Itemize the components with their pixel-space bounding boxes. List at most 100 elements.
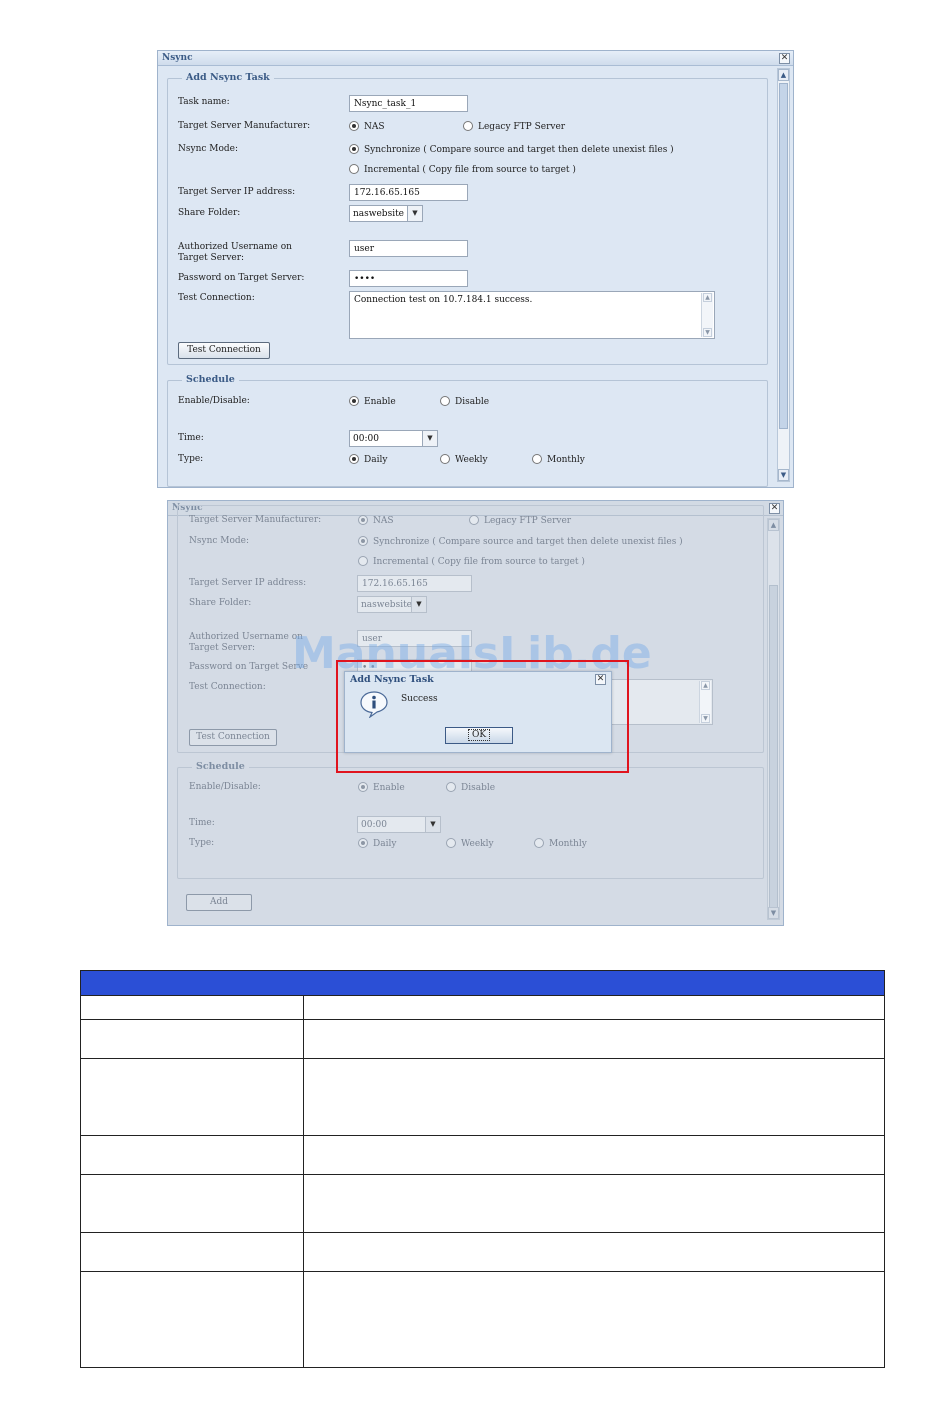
radio-nas[interactable]: NAS (358, 515, 394, 527)
time-label: Time: (189, 818, 215, 828)
window-scrollbar[interactable]: ▲ ▼ (777, 68, 790, 482)
password-input[interactable]: •••• (349, 270, 468, 287)
radio-dot (532, 454, 542, 464)
table-row (80, 1058, 885, 1136)
table-row (80, 1232, 885, 1272)
scroll-up-icon[interactable]: ▲ (703, 293, 712, 302)
radio-weekly[interactable]: Weekly (446, 838, 494, 850)
test-connection-label: Test Connection: (189, 682, 266, 692)
table-cell (303, 1019, 885, 1059)
radio-monthly-label: Monthly (547, 455, 585, 465)
textarea-scrollbar[interactable]: ▲ ▼ (701, 293, 713, 337)
radio-monthly-label: Monthly (549, 839, 587, 849)
radio-dot (534, 838, 544, 848)
test-connection-label: Test Connection: (178, 293, 255, 303)
radio-legacy-ftp[interactable]: Legacy FTP Server (463, 121, 565, 133)
table-cell (303, 995, 885, 1020)
table-cell (80, 1271, 304, 1368)
radio-daily[interactable]: Daily (349, 454, 387, 466)
radio-dot (446, 782, 456, 792)
radio-incremental-label: Incremental ( Copy file from source to t… (373, 557, 585, 567)
table-cell (80, 1174, 304, 1233)
chevron-down-icon[interactable]: ▼ (407, 206, 422, 221)
scroll-down-icon[interactable]: ▼ (701, 714, 710, 723)
window-titlebar: Nsync ✕ (158, 51, 793, 66)
radio-disable[interactable]: Disable (446, 782, 495, 794)
chevron-down-icon[interactable]: ▼ (411, 597, 426, 612)
radio-dot (358, 515, 368, 525)
task-name-input[interactable]: Nsync_task_1 (349, 95, 468, 112)
scroll-down-icon[interactable]: ▼ (768, 907, 779, 919)
radio-enable[interactable]: Enable (349, 396, 396, 408)
add-task-legend: Add Nsync Task (182, 72, 274, 83)
radio-legacy-ftp[interactable]: Legacy FTP Server (469, 515, 571, 527)
username-input[interactable]: user (349, 240, 468, 257)
time-select[interactable]: 00:00 ▼ (349, 430, 438, 447)
radio-nas[interactable]: NAS (349, 121, 385, 133)
table-row (80, 995, 885, 1020)
ip-input[interactable]: 172.16.65.165 (357, 575, 472, 592)
share-folder-label: Share Folder: (178, 208, 241, 218)
radio-disable-label: Disable (455, 397, 490, 407)
ip-input[interactable]: 172.16.65.165 (349, 184, 468, 201)
radio-weekly-label: Weekly (461, 839, 494, 849)
radio-enable[interactable]: Enable (358, 782, 405, 794)
radio-monthly[interactable]: Monthly (534, 838, 587, 850)
radio-disable[interactable]: Disable (440, 396, 489, 408)
radio-dot (446, 838, 456, 848)
radio-weekly[interactable]: Weekly (440, 454, 488, 466)
chevron-down-icon[interactable]: ▼ (425, 817, 440, 832)
time-value: 00:00 (361, 820, 387, 830)
manufacturer-label: Target Server Manufacturer: (178, 121, 311, 131)
share-folder-select[interactable]: naswebsite ▼ (357, 596, 427, 613)
task-name-label: Task name: (178, 97, 230, 107)
radio-weekly-label: Weekly (455, 455, 488, 465)
scroll-up-icon[interactable]: ▲ (768, 519, 779, 531)
enable-label: Enable/Disable: (178, 396, 250, 406)
ip-label: Target Server IP address: (189, 578, 307, 588)
radio-incremental[interactable]: Incremental ( Copy file from source to t… (349, 164, 576, 176)
radio-dot (358, 838, 368, 848)
scroll-up-icon[interactable]: ▲ (778, 69, 789, 81)
scroll-up-icon[interactable]: ▲ (701, 681, 710, 690)
manufacturer-label: Target Server Manufacturer: (189, 515, 322, 525)
test-connection-output[interactable]: Connection test on 10.7.184.1 success. ▲… (349, 291, 715, 339)
radio-nas-label: NAS (364, 122, 385, 132)
share-folder-select[interactable]: naswebsite ▼ (349, 205, 423, 222)
test-connection-result: Connection test on 10.7.184.1 success. (354, 295, 533, 305)
table-header-cell (80, 970, 885, 996)
table-cell (303, 1271, 885, 1368)
scroll-down-icon[interactable]: ▼ (703, 328, 712, 337)
window-scrollbar[interactable]: ▲ ▼ (767, 518, 780, 920)
radio-synchronize[interactable]: Synchronize ( Compare source and target … (358, 536, 683, 548)
scroll-down-icon[interactable]: ▼ (778, 469, 789, 481)
time-select[interactable]: 00:00 ▼ (357, 816, 441, 833)
radio-dot (469, 515, 479, 525)
scrollbar-thumb[interactable] (769, 585, 778, 912)
table-cell (80, 995, 304, 1020)
radio-legacy-ftp-label: Legacy FTP Server (478, 122, 566, 132)
close-icon[interactable]: ✕ (769, 503, 780, 514)
radio-daily[interactable]: Daily (358, 838, 396, 850)
add-button[interactable]: Add (186, 894, 252, 911)
enable-label: Enable/Disable: (189, 782, 261, 792)
radio-monthly[interactable]: Monthly (532, 454, 585, 466)
radio-synchronize-label: Synchronize ( Compare source and target … (364, 145, 674, 155)
chevron-down-icon[interactable]: ▼ (422, 431, 437, 446)
close-icon[interactable]: ✕ (779, 53, 790, 64)
textarea-scrollbar[interactable]: ▲ ▼ (699, 681, 711, 723)
radio-dot (358, 536, 368, 546)
schedule-legend: Schedule (192, 761, 249, 772)
username-label: Authorized Username on Target Server: (178, 242, 292, 263)
radio-incremental[interactable]: Incremental ( Copy file from source to t… (358, 556, 585, 568)
scrollbar-thumb[interactable] (779, 83, 788, 429)
test-connection-button[interactable]: Test Connection (189, 729, 277, 746)
table-cell (80, 1232, 304, 1272)
time-label: Time: (178, 433, 204, 443)
radio-synchronize-label: Synchronize ( Compare source and target … (373, 537, 683, 547)
radio-dot (349, 396, 359, 406)
nsync-window-top: Nsync ✕ Add Nsync Task Task name: Nsync_… (157, 50, 794, 488)
radio-dot (358, 556, 368, 566)
radio-synchronize[interactable]: Synchronize ( Compare source and target … (349, 144, 674, 156)
test-connection-button[interactable]: Test Connection (178, 342, 270, 359)
